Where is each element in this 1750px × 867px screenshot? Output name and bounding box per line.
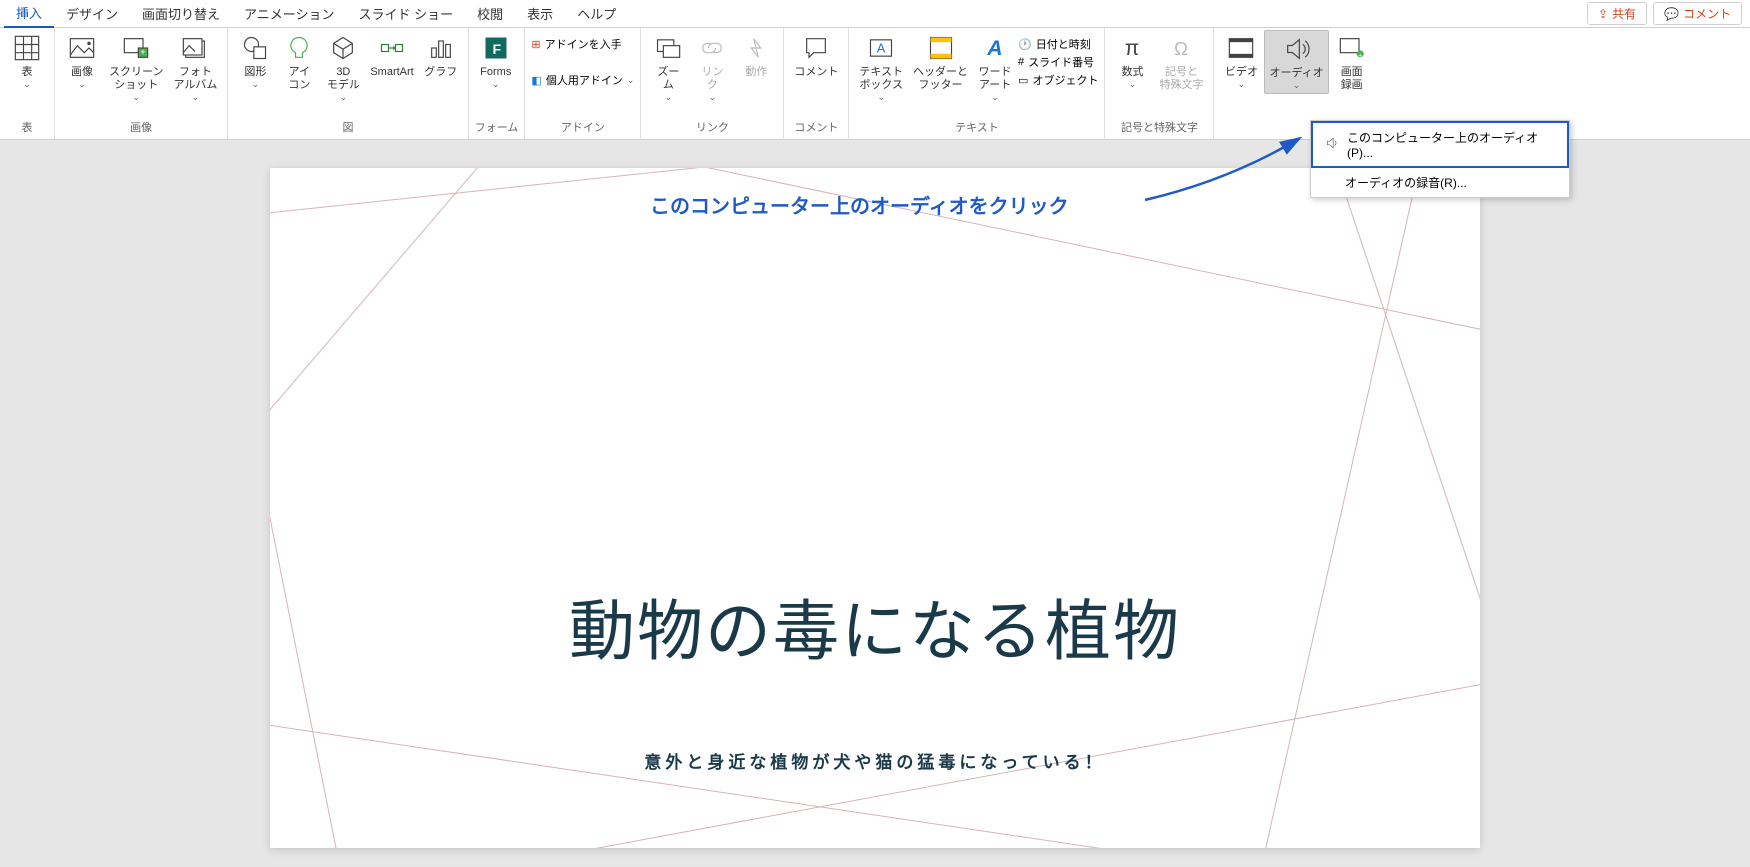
group-illustrations: 図形⌄ アイ コン 3D モデル⌄ SmartArt グラフ 図 [228,28,468,139]
group-symbols: π 数式⌄ Ω 記号と 特殊文字 記号と特殊文字 [1105,28,1214,139]
tab-view[interactable]: 表示 [515,0,565,27]
zoom-icon [652,32,684,64]
icons-button[interactable]: アイ コン [278,30,320,94]
equation-icon: π [1116,32,1148,64]
speaker-icon [1325,136,1339,153]
record-audio-item[interactable]: オーディオの録音(R)... [1311,168,1569,197]
object-icon: ▭ [1018,74,1028,87]
comment-bubble-icon [800,32,832,64]
slide-subtitle[interactable]: 意外と身近な植物が犬や猫の猛毒になっている！ [270,748,1480,773]
forms-icon: F [480,32,512,64]
video-button[interactable]: ビデオ⌄ [1220,30,1262,92]
symbol-icon: Ω [1165,32,1197,64]
table-button[interactable]: 表⌄ [6,30,48,92]
datetime-button[interactable]: 🕐日付と時刻 [1018,36,1098,52]
images-button[interactable]: 画像⌄ [61,30,103,92]
image-icon [66,32,98,64]
tab-review[interactable]: 校閲 [465,0,515,27]
album-icon [179,32,211,64]
tutorial-annotation: このコンピューター上のオーディオをクリック [650,190,1069,219]
icons-icon [283,32,315,64]
equation-button[interactable]: π 数式⌄ [1111,30,1153,92]
chart-icon [425,32,457,64]
textbox-icon: A [865,32,897,64]
tab-animations[interactable]: アニメーション [232,0,346,27]
symbol-button: Ω 記号と 特殊文字 [1155,30,1207,94]
slidenum-icon: # [1018,56,1024,68]
datetime-icon: 🕐 [1018,38,1032,51]
wordart-button[interactable]: A ワード アート⌄ [974,30,1016,105]
link-button: リン ク⌄ [691,30,733,105]
slide-canvas: 動物の毒になる植物 意外と身近な植物が犬や猫の猛毒になっている！ [0,140,1750,867]
group-images: 画像⌄ + スクリーン ショット⌄ フォト アルバム⌄ 画像 [55,28,228,139]
screenrec-icon: + [1336,32,1368,64]
tab-slideshow[interactable]: スライド ショー [347,0,466,27]
audio-dropdown: このコンピューター上のオーディオ(P)... オーディオの録音(R)... [1310,120,1570,198]
get-addins-button[interactable]: ⊞アドインを入手 [531,36,634,52]
ribbon-tabs: 挿入 デザイン 画面切り替え アニメーション スライド ショー 校閲 表示 ヘル… [0,0,1750,28]
zoom-button[interactable]: ズー ム⌄ [647,30,689,105]
textbox-button[interactable]: A テキスト ボックス⌄ [855,30,907,105]
share-icon: ⇪ [1598,7,1608,21]
comment-button-top[interactable]: 💬コメント [1653,2,1742,25]
svg-text:F: F [492,41,501,57]
smartart-button[interactable]: SmartArt [366,30,417,81]
slide-title[interactable]: 動物の毒になる植物 [270,578,1480,674]
action-button: 動作 [735,30,777,81]
addin-icon: ◧ [531,74,541,87]
action-icon [740,32,772,64]
forms-button[interactable]: F Forms⌄ [475,30,517,92]
smartart-icon [376,32,408,64]
screenshot-icon: + [120,32,152,64]
tab-insert[interactable]: 挿入 [4,0,54,28]
shapes-button[interactable]: 図形⌄ [234,30,276,92]
slide-decoration [270,168,1480,848]
tab-help[interactable]: ヘルプ [565,0,628,27]
insert-comment-button[interactable]: コメント [790,30,842,81]
video-icon [1225,32,1257,64]
svg-text:+: + [1358,52,1362,59]
chart-button[interactable]: グラフ [420,30,462,81]
3dmodel-button[interactable]: 3D モデル⌄ [322,30,364,105]
3d-icon [327,32,359,64]
photo-album-button[interactable]: フォト アルバム⌄ [169,30,221,105]
screenshot-button[interactable]: + スクリーン ショット⌄ [105,30,167,105]
link-icon [696,32,728,64]
object-button[interactable]: ▭オブジェクト [1018,72,1098,88]
svg-text:Ω: Ω [1174,38,1188,59]
group-addins: ⊞アドインを入手 ◧個人用アドイン⌄ アドイン [525,28,641,139]
svg-text:π: π [1125,37,1140,60]
my-addins-button[interactable]: ◧個人用アドイン⌄ [531,72,634,88]
wordart-icon: A [979,32,1011,64]
share-button[interactable]: ⇪共有 [1587,2,1647,25]
header-icon [925,32,957,64]
shapes-icon [239,32,271,64]
store-icon: ⊞ [531,38,540,51]
top-right-buttons: ⇪共有 💬コメント [1587,2,1742,25]
screen-recording-button[interactable]: + 画面 録画 [1331,30,1373,94]
group-comments: コメント コメント [784,28,849,139]
slidenumber-button[interactable]: #スライド番号 [1018,54,1098,70]
svg-text:A: A [877,41,886,56]
group-forms: F Forms⌄ フォーム [469,28,526,139]
group-text: A テキスト ボックス⌄ ヘッダーと フッター A ワード アート⌄ 🕐日付と時… [849,28,1105,139]
tutorial-arrow [1140,130,1320,210]
audio-from-computer-item[interactable]: このコンピューター上のオーディオ(P)... [1311,121,1569,168]
group-links: ズー ム⌄ リン ク⌄ 動作 リンク [641,28,784,139]
svg-text:A: A [986,37,1002,60]
audio-button[interactable]: オーディオ⌄ [1264,30,1328,94]
tab-design[interactable]: デザイン [54,0,130,27]
group-table: 表⌄ 表 [0,28,55,139]
comment-icon: 💬 [1664,7,1679,21]
svg-text:+: + [140,47,145,57]
tab-transitions[interactable]: 画面切り替え [130,0,232,27]
audio-icon [1281,33,1313,65]
table-icon [11,32,43,64]
slide[interactable]: 動物の毒になる植物 意外と身近な植物が犬や猫の猛毒になっている！ [270,168,1480,848]
header-footer-button[interactable]: ヘッダーと フッター [909,30,972,94]
